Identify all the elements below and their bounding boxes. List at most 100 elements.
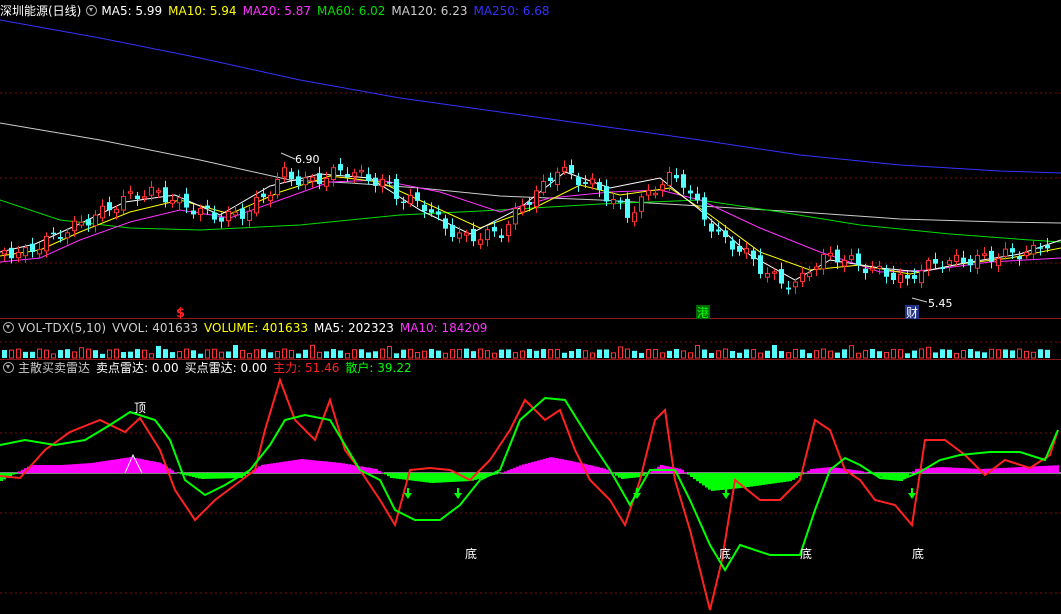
histogram-bar xyxy=(1056,465,1059,473)
candle-body xyxy=(905,275,910,279)
histogram-bar xyxy=(999,468,1002,473)
histogram-bar xyxy=(948,467,951,473)
volume-bar xyxy=(310,344,315,359)
volume-bar xyxy=(604,349,609,358)
candle xyxy=(1038,242,1043,256)
volume-bar xyxy=(16,348,21,359)
volume-bar xyxy=(947,349,952,358)
histogram-bar xyxy=(153,461,156,473)
candle-body xyxy=(793,281,798,288)
candle-body xyxy=(149,186,154,196)
candle-body xyxy=(114,208,119,214)
candle-body xyxy=(821,254,826,270)
volume-bar xyxy=(674,349,679,358)
histogram-bar xyxy=(1035,466,1038,473)
candle-body xyxy=(849,255,854,260)
candle xyxy=(681,169,686,195)
histogram-bar xyxy=(339,462,342,473)
chart-canvas[interactable]: 6.90 5.45 $ 港 财 顶 底 底 底 底 xyxy=(0,0,1061,614)
histogram-bar xyxy=(195,473,198,478)
top-signal-label: 顶 xyxy=(134,401,146,415)
finance-marker[interactable]: 财 xyxy=(906,306,918,320)
candle xyxy=(534,185,539,213)
histogram-bar xyxy=(258,466,261,473)
volume-bar xyxy=(93,350,98,358)
candle-body xyxy=(632,212,637,223)
histogram-bar xyxy=(1050,465,1053,473)
volume-bar xyxy=(100,353,105,358)
candle-body xyxy=(191,210,196,215)
volume-bar xyxy=(527,349,532,358)
histogram-bar xyxy=(600,467,603,473)
volume-bar xyxy=(933,352,938,358)
volume-bar xyxy=(198,353,203,358)
histogram-bar xyxy=(441,473,444,483)
histogram-bar xyxy=(927,468,930,473)
volume-bar xyxy=(191,350,196,358)
candle-body xyxy=(912,275,917,279)
histogram-bar xyxy=(93,462,96,473)
moving-average-lines xyxy=(0,19,1061,281)
histogram-bar xyxy=(204,473,207,479)
histogram-bar xyxy=(534,461,537,473)
histogram-bar xyxy=(942,467,945,473)
volume-bar xyxy=(856,352,861,359)
candle-body xyxy=(464,232,469,236)
candle xyxy=(268,191,273,208)
volume-bar xyxy=(338,350,343,358)
histogram-bar xyxy=(939,467,942,473)
histogram-bar xyxy=(345,463,348,473)
volume-bar xyxy=(877,351,882,358)
histogram-bar xyxy=(693,473,696,480)
histogram-bar xyxy=(156,462,159,473)
candle xyxy=(632,206,637,227)
candle-body xyxy=(975,254,980,269)
candle-body xyxy=(478,239,483,245)
histogram-bar xyxy=(966,468,969,473)
histogram-bar xyxy=(510,469,513,473)
histogram-bar xyxy=(1041,465,1044,473)
candle-body xyxy=(135,195,140,200)
histogram-bar xyxy=(567,460,570,473)
volume-bar xyxy=(849,345,854,359)
histogram-bar xyxy=(33,465,36,473)
histogram-bar xyxy=(837,467,840,473)
candle xyxy=(240,203,245,226)
candle-body xyxy=(401,201,406,204)
volume-bar xyxy=(961,349,966,359)
histogram-bar xyxy=(519,465,522,473)
histogram-bar xyxy=(426,473,429,483)
volume-bar xyxy=(597,349,602,358)
histogram-bar xyxy=(1038,466,1041,473)
histogram-bar xyxy=(21,469,24,473)
candle-body xyxy=(954,254,959,262)
candle xyxy=(247,206,252,228)
volume-bar xyxy=(128,351,133,358)
histogram-bar xyxy=(717,473,720,491)
volume-bar xyxy=(359,349,364,358)
histogram-bar xyxy=(207,473,210,479)
dividend-marker[interactable]: $ xyxy=(176,306,185,321)
candle xyxy=(695,186,700,204)
candle-body xyxy=(198,208,203,215)
histogram-bar xyxy=(303,459,306,473)
histogram-bar xyxy=(102,461,105,473)
histogram-bar xyxy=(210,473,213,479)
candle xyxy=(485,226,490,247)
histogram-bar xyxy=(189,473,192,477)
volume-bar xyxy=(254,349,259,359)
histogram-bar xyxy=(54,465,57,473)
histogram-bar xyxy=(1053,465,1056,473)
volume-bar xyxy=(618,346,623,359)
histogram-bar xyxy=(969,468,972,473)
volume-bar xyxy=(240,349,245,359)
histogram-bar xyxy=(387,473,390,477)
histogram-bar xyxy=(705,473,708,488)
candle-body xyxy=(898,273,903,284)
candle xyxy=(541,174,546,196)
histogram-bar xyxy=(399,473,402,480)
candle-body xyxy=(100,205,105,219)
hk-marker[interactable]: 港 xyxy=(697,306,709,320)
candle xyxy=(702,192,707,227)
candle-body xyxy=(352,172,357,177)
